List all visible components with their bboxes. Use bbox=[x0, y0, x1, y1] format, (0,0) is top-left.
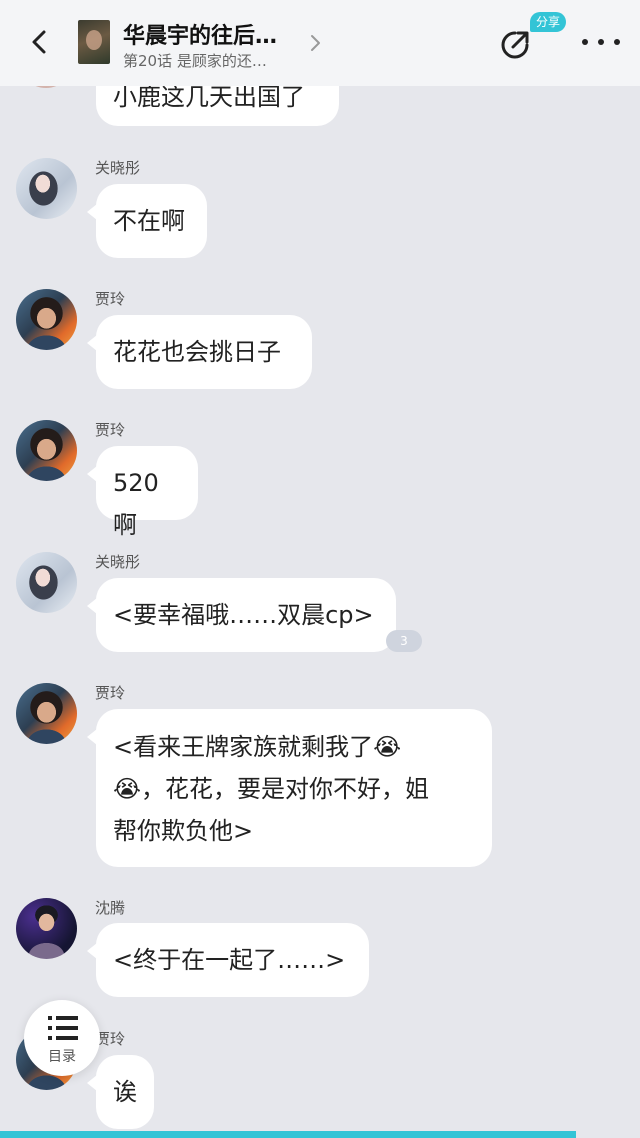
message-text: 花花也会挑日子 bbox=[113, 338, 281, 366]
message-text-line: <看来王牌家族就剩我了😭 bbox=[113, 733, 402, 761]
message-bubble: 花花也会挑日子 bbox=[87, 315, 312, 389]
chapter-subtitle[interactable]: 第20话 是顾家的还… bbox=[123, 50, 267, 71]
chevron-right-icon[interactable] bbox=[306, 32, 324, 54]
share-badge[interactable]: 分享 bbox=[530, 12, 567, 32]
speaker-name: 关晓彤 bbox=[95, 553, 141, 571]
reply-count-badge[interactable]: 3 bbox=[386, 630, 422, 652]
message-text: 小鹿这几天出国了 bbox=[113, 83, 305, 111]
avatar[interactable] bbox=[16, 158, 77, 219]
reading-progress-bar bbox=[0, 1131, 576, 1138]
message-text-line: 帮你欺负他> bbox=[113, 817, 254, 845]
avatar[interactable] bbox=[16, 420, 77, 481]
avatar[interactable] bbox=[16, 683, 77, 744]
message-bubble: 不在啊 bbox=[87, 184, 207, 258]
message-bubble: <看来王牌家族就剩我了😭 😭，花花，要是对你不好，姐 帮你欺负他> bbox=[87, 709, 492, 867]
speaker-name: 贾玲 bbox=[95, 684, 126, 702]
message-bubble: 诶 bbox=[87, 1055, 154, 1129]
message-text: <终于在一起了……> bbox=[113, 946, 346, 974]
table-of-contents-button[interactable]: 目录 bbox=[24, 1000, 100, 1076]
share-icon[interactable] bbox=[498, 28, 532, 62]
story-title[interactable]: 华晨宇的往后… bbox=[123, 18, 277, 50]
avatar[interactable] bbox=[16, 289, 77, 350]
avatar[interactable] bbox=[16, 552, 77, 613]
more-dots-icon[interactable] bbox=[582, 34, 622, 50]
message-text: 诶 bbox=[113, 1078, 137, 1106]
toc-label: 目录 bbox=[48, 1049, 76, 1065]
speaker-name: 沈腾 bbox=[95, 899, 126, 917]
back-chevron-icon[interactable] bbox=[22, 24, 58, 60]
story-cover-thumbnail[interactable] bbox=[78, 20, 110, 64]
speaker-name: 贾玲 bbox=[95, 421, 126, 439]
list-icon bbox=[48, 1016, 78, 1040]
message-text: 不在啊 bbox=[113, 207, 185, 235]
speaker-name: 关晓彤 bbox=[95, 159, 141, 177]
avatar[interactable] bbox=[16, 898, 77, 959]
message-text: <要幸福哦……双晨cp> bbox=[113, 601, 374, 629]
message-bubble: 520啊 bbox=[87, 446, 198, 539]
message-bubble: <终于在一起了……> bbox=[87, 923, 369, 997]
speaker-name: 贾玲 bbox=[95, 290, 126, 308]
message-text: 520啊 bbox=[113, 469, 159, 539]
message-bubble: <要幸福哦……双晨cp> bbox=[87, 578, 396, 652]
message-text-line: 😭，花花，要是对你不好，姐 bbox=[113, 775, 430, 803]
top-bar: 华晨宇的往后… 第20话 是顾家的还… 分享 bbox=[0, 0, 640, 86]
